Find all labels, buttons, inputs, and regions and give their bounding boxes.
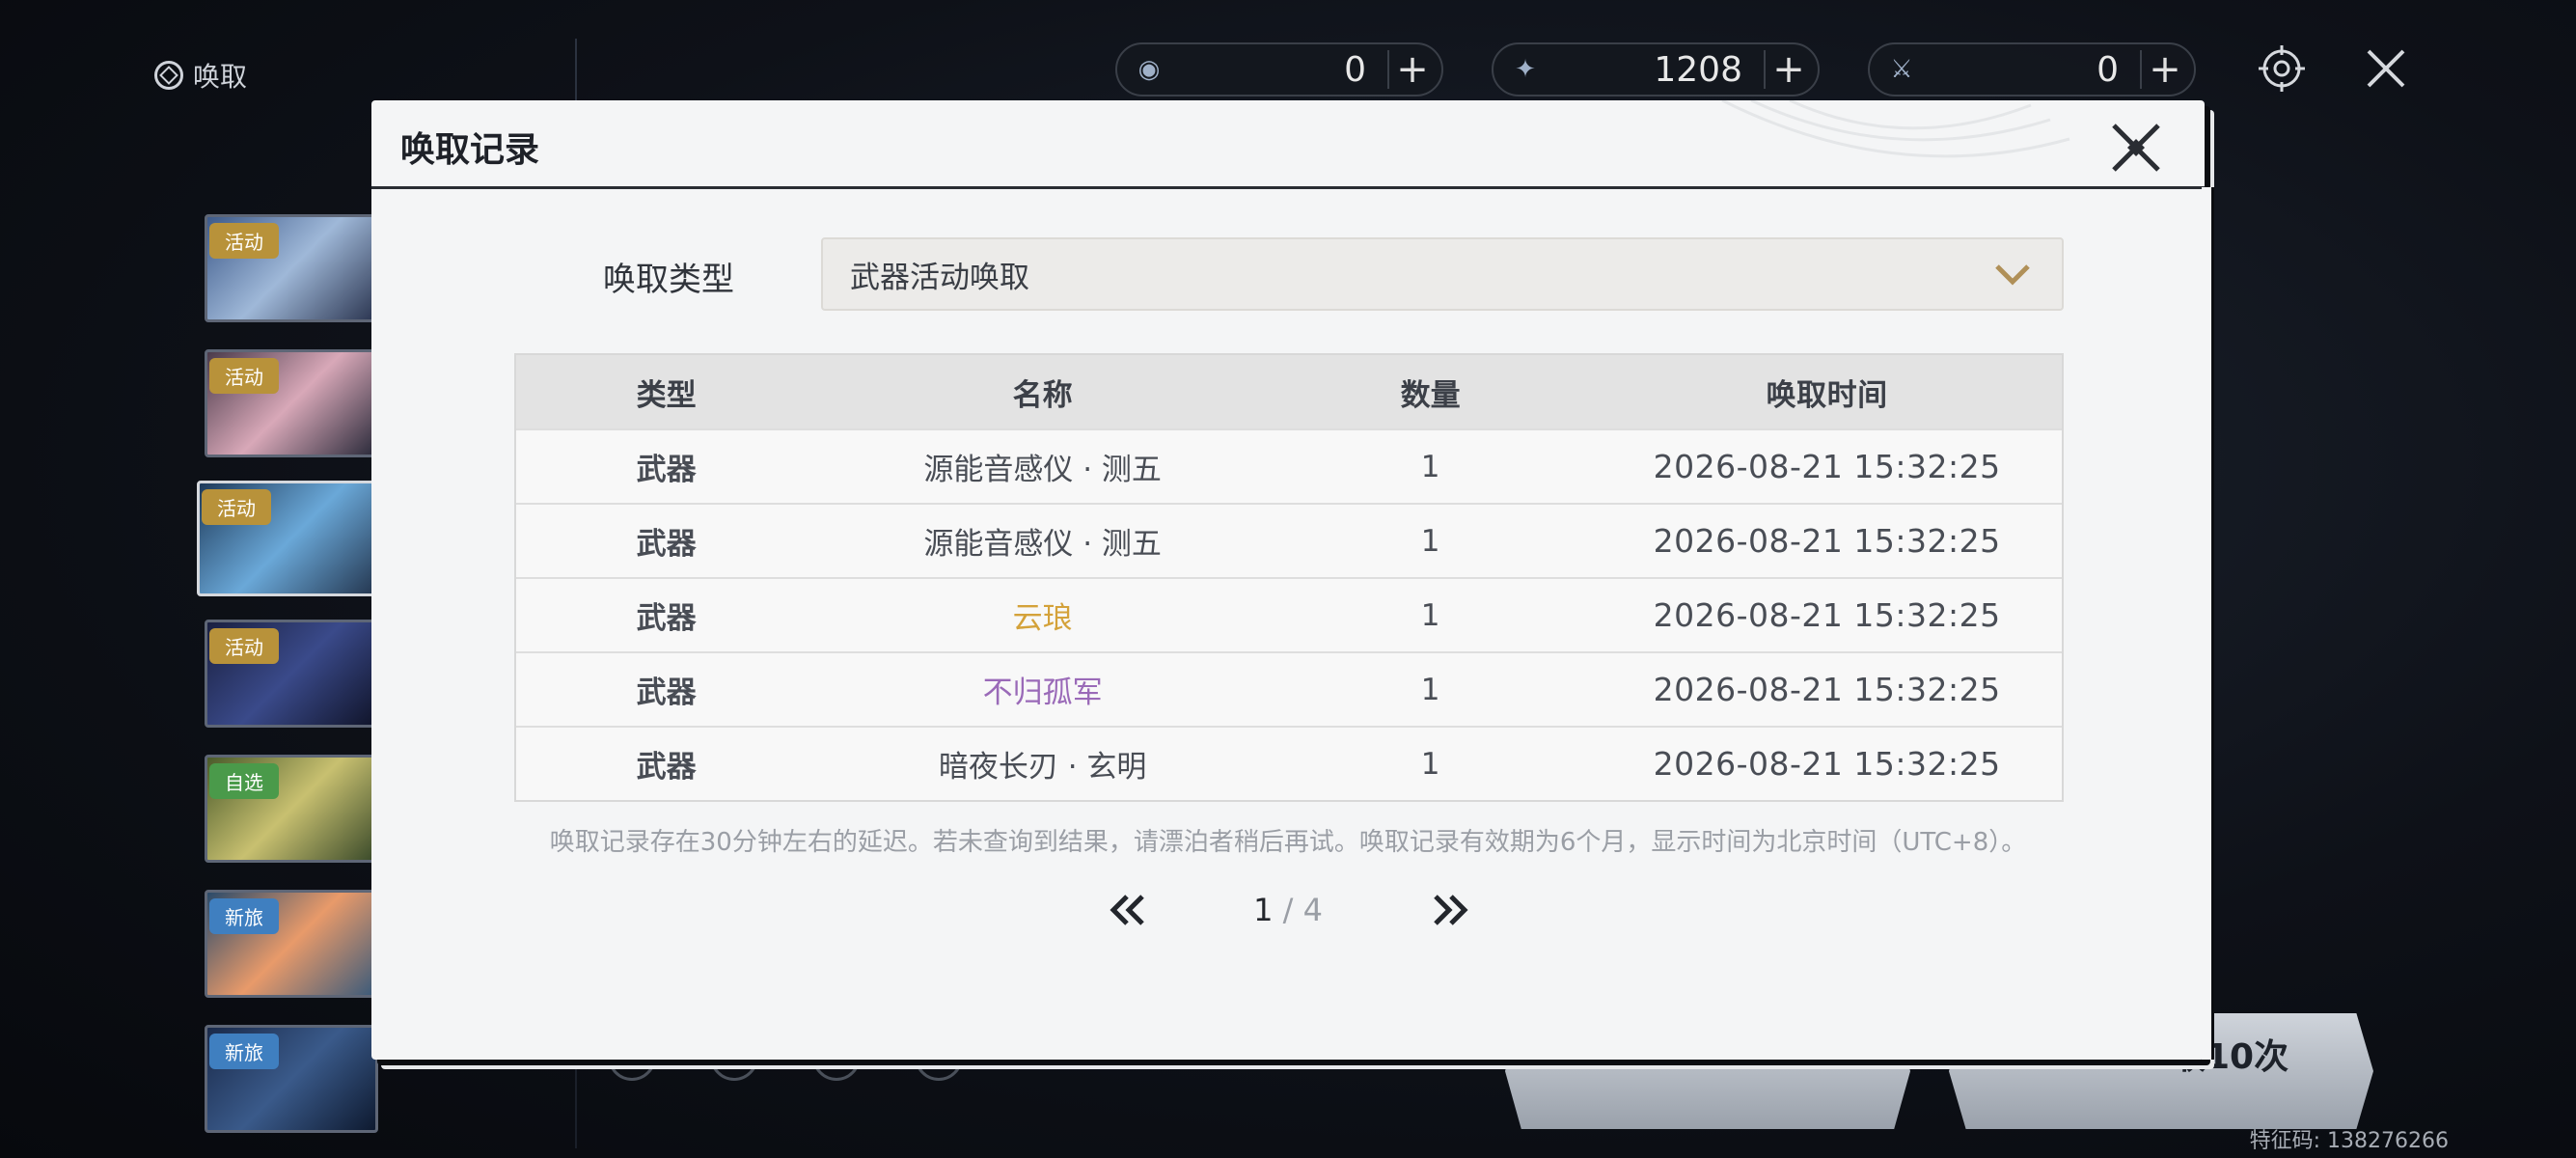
close-icon[interactable] xyxy=(2358,41,2414,96)
banner-tag: 自选 xyxy=(209,763,279,799)
section-title: 唤取 xyxy=(154,56,247,95)
add-currency-button[interactable]: + xyxy=(1387,47,1429,92)
table-row: 武器 不归孤军 1 2026-08-21 15:32:25 xyxy=(516,651,2062,726)
convene-history-dialog: 唤取记录 唤取类型 武器活动唤取 类型 名称 数量 唤取时间 武器 源能音感仪 … xyxy=(371,100,2214,1060)
pagination: 1 / 4 xyxy=(371,882,2205,940)
currency-astrite: ✦ 1208 + xyxy=(1492,42,1820,96)
current-page: 1 xyxy=(1253,892,1274,928)
banner-event-4[interactable]: 活动 xyxy=(205,620,378,728)
convene-type-label: 唤取类型 xyxy=(603,261,734,299)
dialog-header: 唤取记录 xyxy=(371,100,2205,189)
settings-icon[interactable] xyxy=(2254,41,2310,96)
previous-page-button[interactable] xyxy=(1105,886,1153,934)
table-row: 武器 暗夜长刃 · 玄明 1 2026-08-21 15:32:25 xyxy=(516,726,2062,800)
column-header-name: 名称 xyxy=(1012,377,1073,413)
banner-tag: 新旅 xyxy=(209,1034,279,1069)
banner-tag: 活动 xyxy=(209,628,279,664)
add-currency-button[interactable]: + xyxy=(2140,47,2181,92)
column-header-type: 类型 xyxy=(636,377,697,413)
total-pages: 4 xyxy=(1302,892,1323,928)
banner-beginner-1[interactable]: 新旅 xyxy=(205,890,378,998)
currency-value: 1208 xyxy=(1654,49,1742,90)
column-header-time: 唤取时间 xyxy=(1766,377,1888,413)
table-row: 武器 源能音感仪 · 测五 1 2026-08-21 15:32:25 xyxy=(516,428,2062,503)
column-header-count: 数量 xyxy=(1400,377,1461,413)
banner-tag: 新旅 xyxy=(209,898,279,934)
currency-value: 0 xyxy=(1344,49,1366,90)
table-row: 武器 源能音感仪 · 测五 1 2026-08-21 15:32:25 xyxy=(516,503,2062,577)
page-separator: / xyxy=(1273,892,1303,928)
cell-time: 2026-08-21 15:32:25 xyxy=(1653,522,2001,560)
cell-time: 2026-08-21 15:32:25 xyxy=(1653,448,2001,485)
lunite-icon: ◉ xyxy=(1137,55,1161,84)
currency-value: 0 xyxy=(2096,49,2119,90)
delay-notice: 唤取记录存在30分钟左右的延迟。若未查询到结果，请漂泊者稍后再试。唤取记录有效期… xyxy=(549,828,2027,857)
cell-type: 武器 xyxy=(636,453,697,487)
double-chevron-left-icon xyxy=(1110,895,1144,925)
cell-type: 武器 xyxy=(636,527,697,562)
records-table: 类型 名称 数量 唤取时间 武器 源能音感仪 · 测五 1 2026-08-21… xyxy=(514,353,2064,802)
banner-tag: 活动 xyxy=(202,489,271,525)
cell-count: 1 xyxy=(1420,746,1440,782)
table-header: 类型 名称 数量 唤取时间 xyxy=(516,355,2062,428)
next-page-button[interactable] xyxy=(1425,886,1473,934)
banner-tag: 活动 xyxy=(209,358,279,394)
astrite-icon: ✦ xyxy=(1515,55,1536,84)
cell-type: 武器 xyxy=(636,676,697,710)
cell-count: 1 xyxy=(1420,597,1440,633)
forging-tide-icon: ⚔ xyxy=(1890,55,1913,84)
convene-type-value: 武器活动唤取 xyxy=(850,260,1029,295)
cell-name: 暗夜长刃 · 玄明 xyxy=(938,750,1147,785)
banner-tag: 活动 xyxy=(209,223,279,259)
cell-type: 武器 xyxy=(636,601,697,636)
cell-name: 源能音感仪 · 测五 xyxy=(923,527,1162,562)
cell-count: 1 xyxy=(1420,672,1440,707)
cell-time: 2026-08-21 15:32:25 xyxy=(1653,596,2001,634)
close-dialog-button[interactable] xyxy=(2104,116,2168,179)
banner-event-1[interactable]: 活动 xyxy=(205,214,378,322)
cell-name: 云琅 xyxy=(1012,601,1073,636)
cell-name: 不归孤军 xyxy=(982,676,1103,710)
cell-count: 1 xyxy=(1420,449,1440,484)
banner-selector[interactable]: 自选 xyxy=(205,755,378,863)
convene-icon xyxy=(154,61,183,90)
cell-count: 1 xyxy=(1420,523,1440,559)
table-row: 武器 云琅 1 2026-08-21 15:32:25 xyxy=(516,577,2062,651)
banner-event-2[interactable]: 活动 xyxy=(205,349,378,457)
banner-event-3[interactable]: 活动 xyxy=(197,481,386,596)
close-icon xyxy=(2112,124,2160,172)
page-indicator: 1 / 4 xyxy=(1220,892,1356,928)
cell-time: 2026-08-21 15:32:25 xyxy=(1653,671,2001,708)
currency-forging-tide: ⚔ 0 + xyxy=(1868,42,2196,96)
cell-time: 2026-08-21 15:32:25 xyxy=(1653,745,2001,783)
convene-type-select[interactable]: 武器活动唤取 xyxy=(821,237,2064,311)
feature-code: 特征码: 138276266 xyxy=(2249,1129,2449,1153)
banner-beginner-2[interactable]: 新旅 xyxy=(205,1025,378,1133)
currency-lunite: ◉ 0 + xyxy=(1115,42,1443,96)
cell-type: 武器 xyxy=(636,750,697,785)
chevron-down-icon xyxy=(1990,252,2035,296)
section-title-label: 唤取 xyxy=(193,61,248,93)
header-decoration xyxy=(1721,100,2070,158)
double-chevron-right-icon xyxy=(1434,895,1468,925)
cell-name: 源能音感仪 · 测五 xyxy=(923,453,1162,487)
add-currency-button[interactable]: + xyxy=(1764,47,1805,92)
dialog-title: 唤取记录 xyxy=(400,130,540,170)
